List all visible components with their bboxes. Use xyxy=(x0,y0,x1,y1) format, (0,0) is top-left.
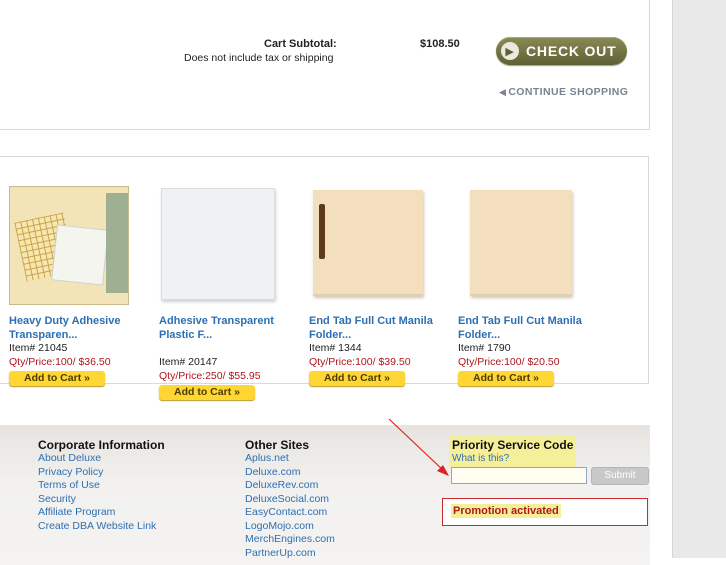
product-name-link[interactable]: End Tab Full Cut Manila Folder... xyxy=(458,314,583,342)
footer-link-privacy[interactable]: Privacy Policy xyxy=(38,466,165,480)
what-is-this-link[interactable]: What is this? xyxy=(452,453,573,464)
footer-link-deluxesocial[interactable]: DeluxeSocial.com xyxy=(245,493,335,507)
footer-corporate-column: Corporate Information About Deluxe Priva… xyxy=(38,438,165,533)
product-name-link[interactable]: Heavy Duty Adhesive Transparen... xyxy=(9,314,134,342)
priority-code-input[interactable] xyxy=(451,467,587,484)
footer-corporate-title: Corporate Information xyxy=(38,438,165,452)
checkout-button-label: CHECK OUT xyxy=(526,43,617,59)
checkout-button[interactable]: ▶ CHECK OUT xyxy=(496,37,627,65)
product-image[interactable] xyxy=(313,190,423,296)
footer-link-deluxe[interactable]: Deluxe.com xyxy=(245,466,335,480)
footer-link-terms[interactable]: Terms of Use xyxy=(38,479,165,493)
footer-link-merchengines[interactable]: MerchEngines.com xyxy=(245,533,335,547)
product-item-number: Item# 21045 xyxy=(9,342,68,354)
product-name-link[interactable]: End Tab Full Cut Manila Folder... xyxy=(309,314,434,342)
product-image[interactable] xyxy=(470,190,572,296)
cart-subtotal-label: Cart Subtotal: xyxy=(264,38,337,50)
cart-subtotal-value: $108.50 xyxy=(420,38,460,50)
product-image[interactable] xyxy=(161,188,275,300)
continue-shopping-label: CONTINUE SHOPPING xyxy=(508,86,629,98)
arrow-right-icon: ▶ xyxy=(501,42,519,60)
footer-other-sites-column: Other Sites Aplus.net Deluxe.com DeluxeR… xyxy=(245,438,335,560)
footer-link-security[interactable]: Security xyxy=(38,493,165,507)
priority-service-title: Priority Service Code xyxy=(452,438,574,452)
footer-link-affiliate[interactable]: Affiliate Program xyxy=(38,506,165,520)
promotion-status-text: Promotion activated xyxy=(451,504,561,518)
footer-link-easycontact[interactable]: EasyContact.com xyxy=(245,506,335,520)
product-item-number: Item# 1790 xyxy=(458,342,511,354)
product-item-number: Item# 1344 xyxy=(309,342,362,354)
continue-shopping-link[interactable]: ◀ CONTINUE SHOPPING xyxy=(499,86,628,98)
product-qty-price: Qty/Price:250/ $55.95 xyxy=(159,370,261,382)
add-to-cart-button[interactable]: Add to Cart » xyxy=(309,371,405,386)
cart-subtotal-note: Does not include tax or shipping xyxy=(184,52,334,64)
footer-link-about[interactable]: About Deluxe xyxy=(38,452,165,466)
product-qty-price: Qty/Price:100/ $39.50 xyxy=(309,356,411,368)
cart-summary-panel xyxy=(0,0,650,130)
footer-link-aplus[interactable]: Aplus.net xyxy=(245,452,335,466)
submit-button[interactable]: Submit xyxy=(591,467,649,485)
footer-link-deluxerev[interactable]: DeluxeRev.com xyxy=(245,479,335,493)
priority-service-section: Priority Service Code What is this? xyxy=(449,435,577,467)
add-to-cart-button[interactable]: Add to Cart » xyxy=(159,385,255,400)
footer-link-dba[interactable]: Create DBA Website Link xyxy=(38,520,165,534)
product-qty-price: Qty/Price:100/ $36.50 xyxy=(9,356,111,368)
product-image[interactable] xyxy=(9,186,129,305)
footer-link-logomojo[interactable]: LogoMojo.com xyxy=(245,520,335,534)
product-item-number: Item# 20147 xyxy=(159,356,218,368)
right-gutter xyxy=(672,0,726,558)
add-to-cart-button[interactable]: Add to Cart » xyxy=(458,371,554,386)
product-name-link[interactable]: Adhesive Transparent Plastic F... xyxy=(159,314,284,356)
add-to-cart-button[interactable]: Add to Cart » xyxy=(9,371,105,386)
product-qty-price: Qty/Price:100/ $20.50 xyxy=(458,356,560,368)
promotion-status-box: Promotion activated xyxy=(442,498,648,526)
arrow-left-icon: ◀ xyxy=(499,86,507,97)
footer-other-sites-title: Other Sites xyxy=(245,438,310,452)
